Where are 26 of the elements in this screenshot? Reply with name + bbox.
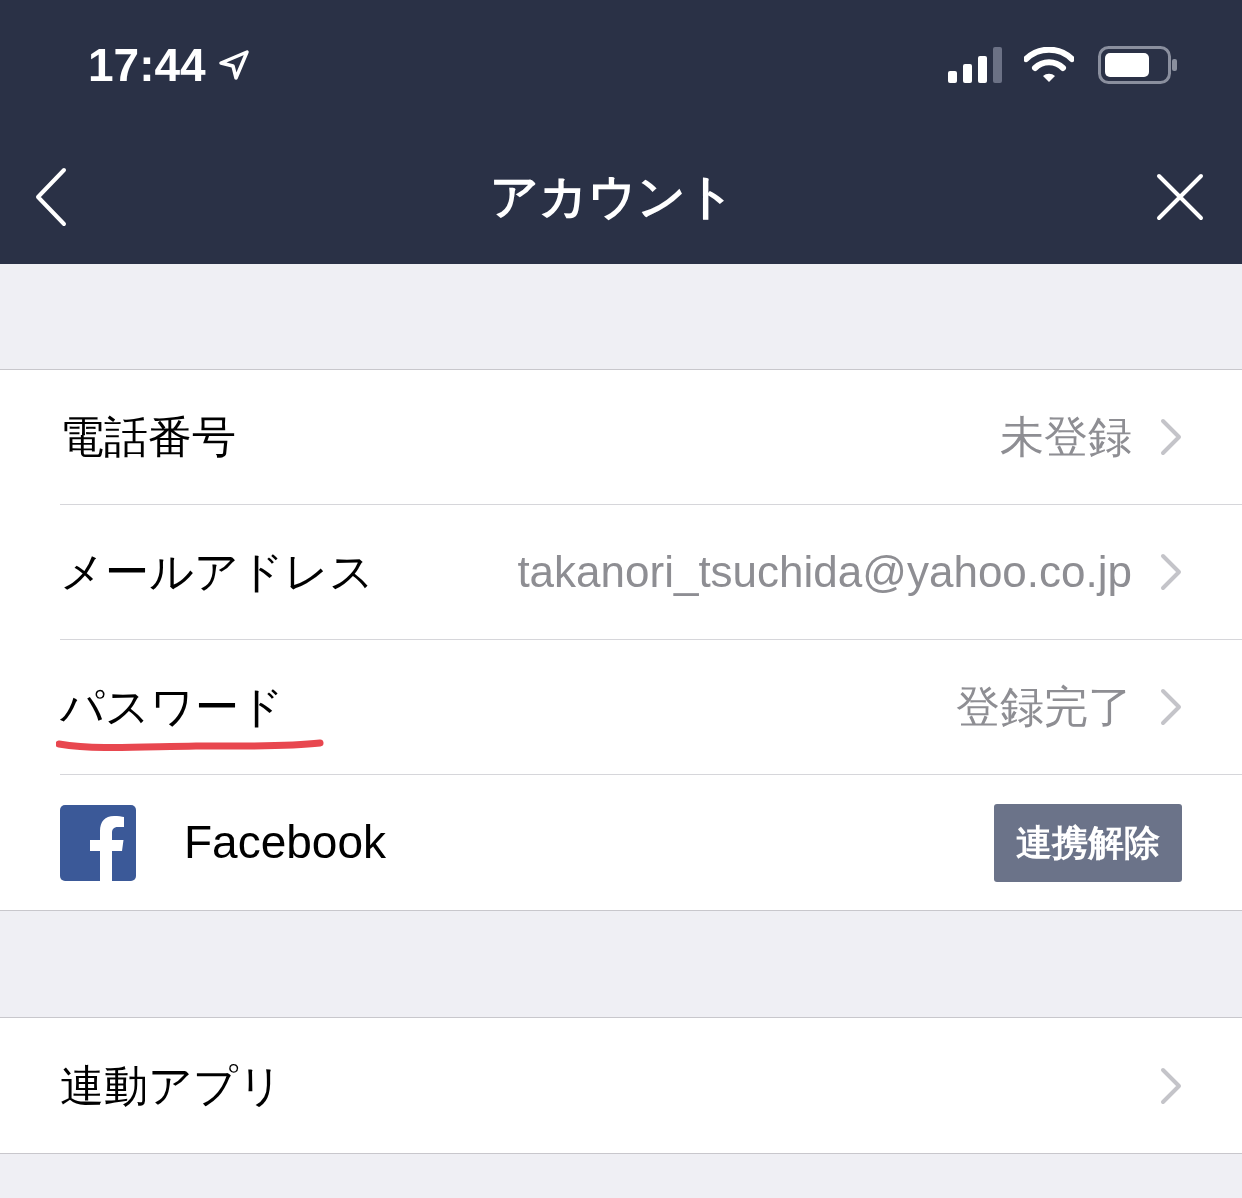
- settings-row[interactable]: メールアドレス takanori_tsuchida@yahoo.co.jp: [0, 505, 1242, 640]
- row-label: パスワード: [60, 682, 284, 731]
- chevron-right-icon: [1160, 1066, 1182, 1105]
- row-value: takanori_tsuchida@yahoo.co.jp: [517, 546, 1132, 598]
- wifi-icon: [1024, 47, 1074, 83]
- row-value: 登録完了: [956, 681, 1132, 733]
- unlink-button[interactable]: 連携解除: [994, 803, 1182, 882]
- settings-row[interactable]: 電話番号 未登録: [0, 370, 1242, 505]
- chevron-right-icon: [1160, 553, 1182, 591]
- chevron-right-icon: [1160, 688, 1182, 726]
- location-arrow-icon: [217, 49, 250, 81]
- facebook-logo-icon: [60, 804, 136, 881]
- battery-icon: [1098, 46, 1178, 84]
- row-value: 未登録: [1000, 411, 1132, 463]
- row-label: 電話番号: [60, 412, 236, 461]
- screen-title: アカウント: [489, 169, 735, 225]
- signal-icon: [948, 47, 1004, 83]
- row-label: メールアドレス: [60, 547, 374, 596]
- settings-row[interactable]: パスワード 登録完了: [0, 640, 1242, 775]
- chevron-right-icon: [1160, 418, 1182, 456]
- settings-row[interactable]: 連動アプリ: [0, 1018, 1242, 1153]
- status-time: 17:44: [88, 37, 206, 93]
- row-label: 連動アプリ: [60, 1060, 283, 1110]
- back-icon[interactable]: [34, 167, 68, 227]
- account-label: Facebook: [184, 815, 386, 870]
- close-icon[interactable]: [1156, 173, 1204, 221]
